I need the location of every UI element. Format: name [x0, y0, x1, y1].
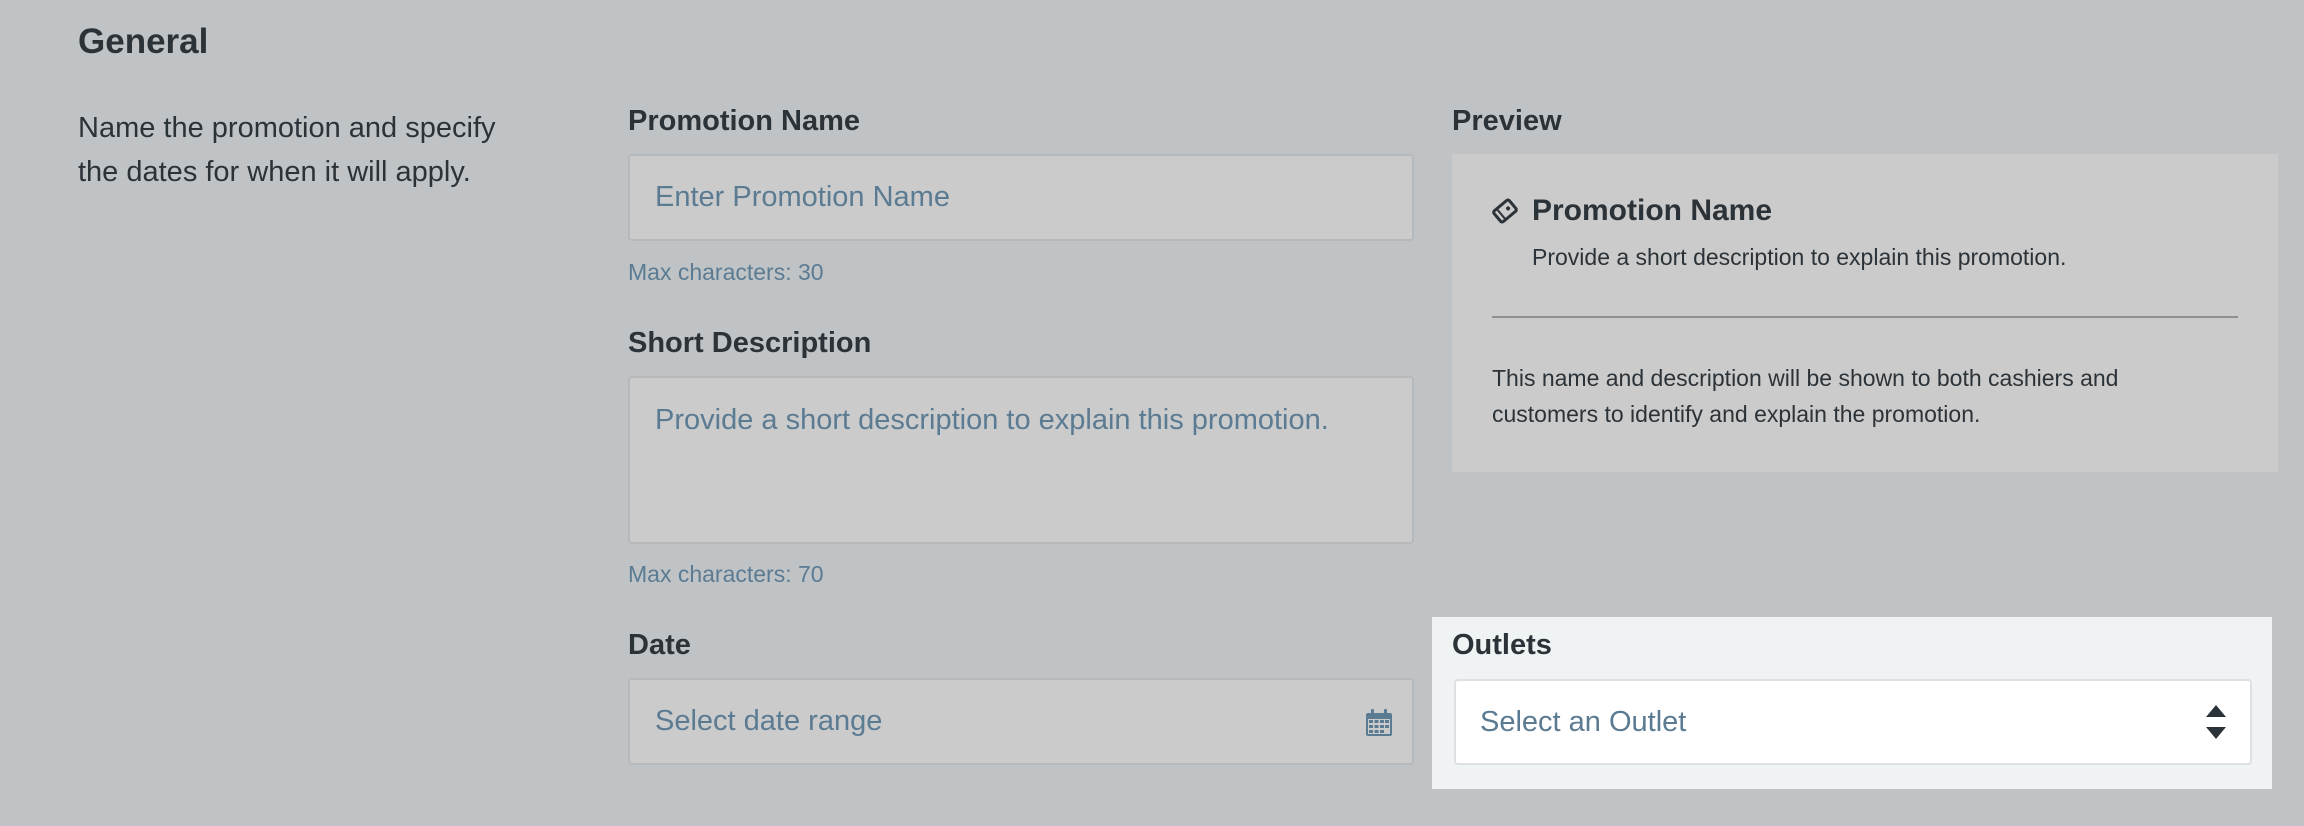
promotion-name-input[interactable]: Enter Promotion Name [628, 154, 1414, 241]
date-label: Date [628, 629, 691, 661]
section-description-line: the dates for when it will apply. [78, 156, 471, 188]
outlet-select[interactable]: Select an Outlet [1454, 679, 2252, 765]
section-description: Name the promotion and specify the dates… [78, 106, 548, 194]
preview-card: Promotion Name Provide a short descripti… [1452, 154, 2278, 472]
calendar-icon[interactable] [1364, 708, 1394, 738]
date-range-placeholder: Select date range [655, 705, 883, 737]
outlets-label: Outlets [1452, 629, 1552, 661]
general-settings-page: General Name the promotion and specify t… [0, 0, 2304, 826]
short-description-placeholder: Provide a short description to explain t… [655, 404, 1329, 436]
sort-icon [2206, 705, 2226, 739]
preview-divider [1492, 316, 2238, 318]
outlets-panel: Outlets Select an Outlet [1432, 617, 2272, 789]
section-description-line: Name the promotion and specify [78, 112, 496, 144]
preview-note-line: customers to identify and explain the pr… [1492, 401, 1981, 427]
short-description-textarea[interactable]: Provide a short description to explain t… [628, 376, 1414, 544]
promotion-name-placeholder: Enter Promotion Name [655, 181, 950, 213]
preview-note: This name and description will be shown … [1492, 360, 2252, 432]
short-description-label: Short Description [628, 327, 872, 359]
promotion-name-hint: Max characters: 30 [628, 259, 824, 285]
date-range-input[interactable]: Select date range [628, 678, 1414, 765]
section-title: General [78, 22, 209, 61]
tag-icon [1492, 198, 1518, 224]
preview-label: Preview [1452, 105, 1562, 137]
preview-promotion-name: Promotion Name [1532, 194, 1773, 227]
preview-promotion-description: Provide a short description to explain t… [1532, 244, 2067, 270]
outlet-select-placeholder: Select an Outlet [1480, 705, 1687, 738]
promotion-name-label: Promotion Name [628, 105, 861, 137]
short-description-hint: Max characters: 70 [628, 561, 824, 587]
preview-note-line: This name and description will be shown … [1492, 365, 2119, 391]
